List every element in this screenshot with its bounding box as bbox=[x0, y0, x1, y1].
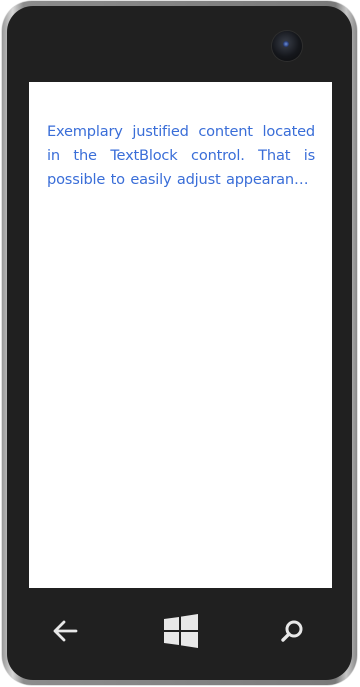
search-button[interactable] bbox=[262, 600, 322, 662]
search-icon bbox=[281, 620, 303, 642]
front-camera-icon bbox=[272, 31, 302, 61]
back-button[interactable] bbox=[35, 600, 95, 662]
camera-lens bbox=[283, 41, 289, 47]
windows-logo-icon bbox=[164, 614, 198, 648]
phone-screen: Exemplary justified content located in t… bbox=[29, 82, 332, 588]
start-button[interactable] bbox=[151, 600, 211, 662]
back-arrow-icon bbox=[53, 620, 78, 642]
justified-text-block: Exemplary justified content located in t… bbox=[47, 123, 315, 188]
hardware-nav-bar bbox=[29, 600, 332, 662]
